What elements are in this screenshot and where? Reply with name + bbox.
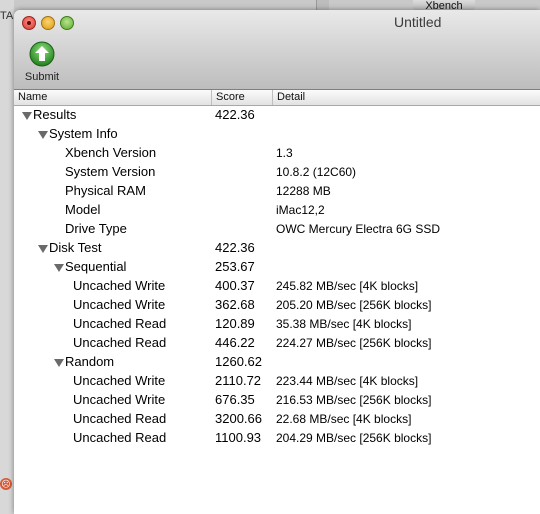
row-score: 1100.93 <box>215 430 262 445</box>
outline-row[interactable]: Uncached Read 446.22 224.27 MB/sec [256K b… <box>14 334 540 353</box>
outline-row[interactable]: System Version 10.8.2 (12C60) <box>14 163 540 182</box>
outline-row[interactable]: Physical RAM 12288 MB <box>14 182 540 201</box>
xbench-window: Untitled Submit Name Score Detail Result… <box>14 10 540 514</box>
submit-label: Submit <box>24 71 60 83</box>
column-header-detail[interactable]: Detail <box>272 90 540 105</box>
outline-row[interactable]: Drive Type OWC Mercury Electra 6G SSD <box>14 220 540 239</box>
row-detail: 205.20 MB/sec [256K blocks] <box>276 298 432 312</box>
disclosure-triangle-icon[interactable] <box>38 131 48 139</box>
outline-row[interactable]: Model iMac12,2 <box>14 201 540 220</box>
row-score: 253.67 <box>215 259 255 274</box>
disclosure-triangle-icon[interactable] <box>22 112 32 120</box>
outline-row[interactable]: Uncached Read 3200.66 22.68 MB/sec [4K blo… <box>14 410 540 429</box>
background-app-icon: ☹ <box>0 478 12 490</box>
row-detail: iMac12,2 <box>276 203 325 217</box>
row-detail: 10.8.2 (12C60) <box>276 165 357 179</box>
column-header-score[interactable]: Score <box>211 90 276 105</box>
outline-row[interactable]: Uncached Write 400.37 245.82 MB/sec [4K bl… <box>14 277 540 296</box>
column-header: Name Score Detail <box>14 90 540 106</box>
toolbar: Untitled Submit <box>14 10 540 90</box>
row-name: Random <box>65 354 115 369</box>
disclosure-triangle-icon[interactable] <box>54 359 64 367</box>
row-name: Uncached Write <box>73 392 166 407</box>
row-score: 362.68 <box>215 297 255 312</box>
row-detail: 1.3 <box>276 146 293 160</box>
row-name: Results <box>33 107 77 122</box>
green-up-arrow-icon <box>29 41 55 67</box>
window-title: Untitled <box>394 14 442 30</box>
column-header-name[interactable]: Name <box>14 90 214 105</box>
outline-row[interactable]: Random 1260.62 <box>14 353 540 372</box>
row-name: Uncached Read <box>73 430 167 445</box>
row-detail: 216.53 MB/sec [256K blocks] <box>276 393 432 407</box>
zoom-button[interactable] <box>60 16 74 30</box>
outline-row[interactable]: Xbench Version 1.3 <box>14 144 540 163</box>
row-score: 676.35 <box>215 392 255 407</box>
row-detail: OWC Mercury Electra 6G SSD <box>276 222 441 236</box>
row-name: Uncached Write <box>73 373 166 388</box>
disclosure-triangle-icon[interactable] <box>54 264 64 272</box>
row-detail: 223.44 MB/sec [4K blocks] <box>276 374 419 388</box>
row-score: 120.89 <box>215 316 255 331</box>
row-name: Physical RAM <box>65 183 146 198</box>
row-detail: 224.27 MB/sec [256K blocks] <box>276 336 432 350</box>
outline-row[interactable]: Uncached Read 120.89 35.38 MB/sec [4K bloc… <box>14 315 540 334</box>
outline-row[interactable]: Sequential 253.67 <box>14 258 540 277</box>
outline-row[interactable]: Uncached Write 676.35 216.53 MB/sec [256K … <box>14 391 540 410</box>
row-name: System Version <box>65 164 156 179</box>
row-score: 2110.72 <box>215 373 262 388</box>
row-name: Uncached Read <box>73 411 167 426</box>
row-name: Drive Type <box>65 221 127 236</box>
row-score: 422.36 <box>215 240 255 255</box>
row-score: 422.36 <box>215 107 255 122</box>
row-name: Uncached Write <box>73 297 166 312</box>
row-name: Xbench Version <box>65 145 157 160</box>
background-window-edge: TA <box>0 0 14 514</box>
row-name: Uncached Read <box>73 316 167 331</box>
row-detail: 35.38 MB/sec [4K blocks] <box>276 317 412 331</box>
outline-row[interactable]: Results 422.36 <box>14 106 540 125</box>
submit-button[interactable]: Submit <box>20 41 64 87</box>
row-score: 1260.62 <box>215 354 262 369</box>
outline-row[interactable]: Uncached Read 1100.93 204.29 MB/sec [256K … <box>14 429 540 448</box>
row-detail: 12288 MB <box>276 184 331 198</box>
row-score: 400.37 <box>215 278 255 293</box>
row-name: Model <box>65 202 101 217</box>
outline-row[interactable]: Uncached Write 2110.72 223.44 MB/sec [4K b… <box>14 372 540 391</box>
row-detail: 22.68 MB/sec [4K blocks] <box>276 412 412 426</box>
minimize-button[interactable] <box>41 16 55 30</box>
row-score: 446.22 <box>215 335 255 350</box>
outline-row[interactable]: Disk Test 422.36 <box>14 239 540 258</box>
close-button[interactable] <box>22 16 36 30</box>
background-window-text: TA <box>0 10 14 22</box>
outline-row[interactable]: System Info <box>14 125 540 144</box>
outline-row[interactable]: Uncached Write 362.68 205.20 MB/sec [256K … <box>14 296 540 315</box>
row-name: Sequential <box>65 259 127 274</box>
row-detail: 204.29 MB/sec [256K blocks] <box>276 431 432 445</box>
row-name: System Info <box>49 126 118 141</box>
row-name: Disk Test <box>49 240 102 255</box>
row-name: Uncached Write <box>73 278 166 293</box>
row-name: Uncached Read <box>73 335 167 350</box>
row-score: 3200.66 <box>215 411 262 426</box>
disclosure-triangle-icon[interactable] <box>38 245 48 253</box>
row-detail: 245.82 MB/sec [4K blocks] <box>276 279 419 293</box>
